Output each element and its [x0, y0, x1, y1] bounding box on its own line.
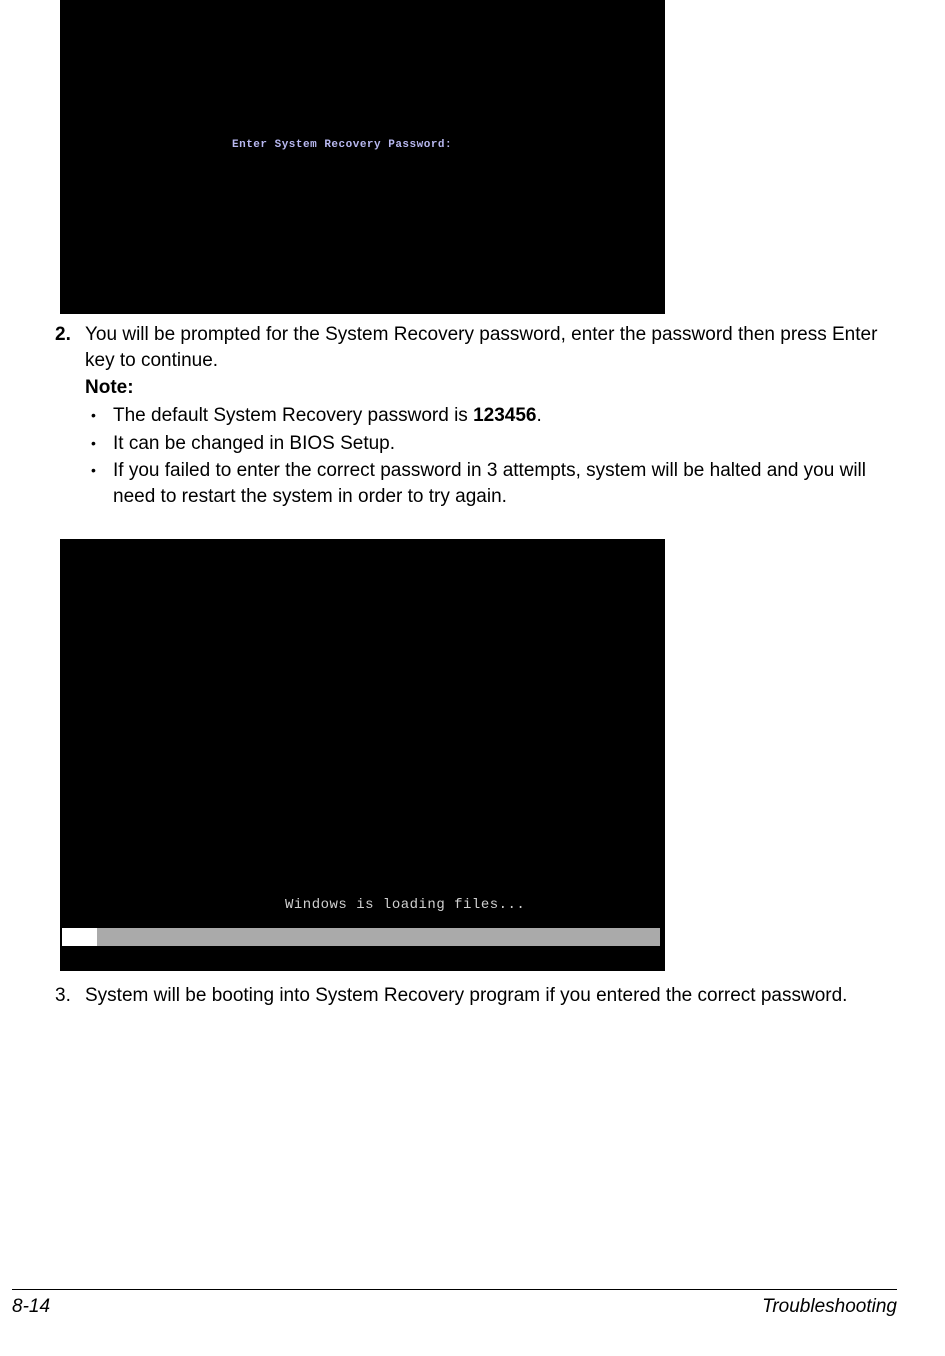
- note-item-3-text: If you failed to enter the correct passw…: [113, 458, 897, 509]
- bios-prompt-text: Enter System Recovery Password:: [232, 138, 452, 153]
- step-3: 3. System will be booting into System Re…: [55, 983, 897, 1009]
- step-3-text: System will be booting into System Recov…: [85, 983, 897, 1009]
- section-title: Troubleshooting: [762, 1294, 897, 1320]
- page-content: Enter System Recovery Password: 2. You w…: [0, 0, 945, 1009]
- page-number: 8-14: [12, 1294, 50, 1320]
- windows-loading-text: Windows is loading files...: [285, 896, 525, 915]
- footer-divider: [12, 1289, 897, 1290]
- note-item-1: • The default System Recovery password i…: [91, 403, 897, 429]
- step-3-number: 3.: [55, 983, 85, 1009]
- progress-bar: [62, 928, 660, 946]
- screenshot-windows-loading: Windows is loading files...: [60, 539, 665, 971]
- screenshot-recovery-password: Enter System Recovery Password:: [60, 0, 665, 314]
- note-item-2: • It can be changed in BIOS Setup.: [91, 431, 897, 457]
- step-2-number: 2.: [55, 322, 85, 373]
- note-item-3: • If you failed to enter the correct pas…: [91, 458, 897, 509]
- progress-bar-fill: [62, 928, 97, 946]
- note-item-1-text: The default System Recovery password is …: [113, 403, 897, 429]
- note-item-2-text: It can be changed in BIOS Setup.: [113, 431, 897, 457]
- progress-bar-track: [97, 928, 660, 946]
- note-bullet-list: • The default System Recovery password i…: [91, 403, 897, 510]
- footer-content: 8-14 Troubleshooting: [12, 1294, 897, 1320]
- note-label: Note:: [85, 375, 897, 401]
- step-2: 2. You will be prompted for the System R…: [55, 322, 897, 373]
- page-footer: 8-14 Troubleshooting: [0, 1289, 945, 1320]
- bullet-icon: •: [91, 458, 113, 509]
- bullet-icon: •: [91, 403, 113, 429]
- bullet-icon: •: [91, 431, 113, 457]
- step-2-text: You will be prompted for the System Reco…: [85, 322, 897, 373]
